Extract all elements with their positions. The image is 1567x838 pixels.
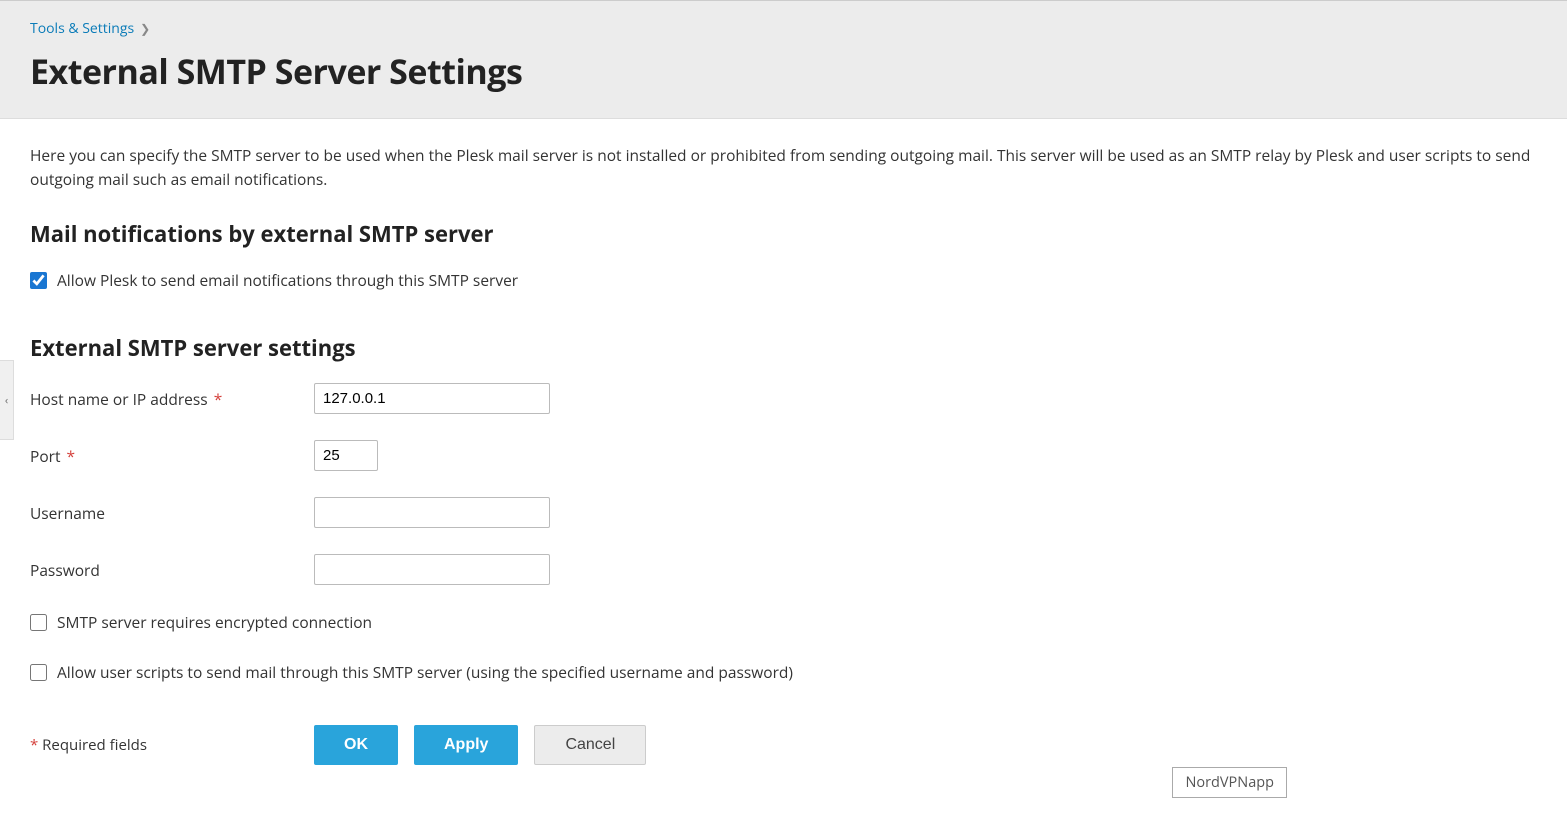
password-input[interactable] xyxy=(314,554,550,585)
port-label: Port * xyxy=(30,445,314,467)
required-star-icon: * xyxy=(214,388,223,410)
required-fields-note: * Required fields xyxy=(30,735,314,755)
user-scripts-checkbox[interactable] xyxy=(30,664,47,681)
allow-notifications-checkbox[interactable] xyxy=(30,272,47,289)
host-label: Host name or IP address * xyxy=(30,388,314,410)
sidebar-expand-handle[interactable]: ‹ xyxy=(0,360,14,440)
port-input[interactable] xyxy=(314,440,378,471)
chevron-right-icon: ❯ xyxy=(140,20,150,37)
host-input[interactable] xyxy=(314,383,550,414)
username-label: Username xyxy=(30,502,314,524)
encrypted-connection-checkbox[interactable] xyxy=(30,614,47,631)
allow-notifications-label[interactable]: Allow Plesk to send email notifications … xyxy=(57,269,518,291)
breadcrumb: Tools & Settings ❯ xyxy=(30,19,1537,38)
chevron-left-icon: ‹ xyxy=(5,393,8,408)
encrypted-connection-label[interactable]: SMTP server requires encrypted connectio… xyxy=(57,611,372,633)
cancel-button[interactable]: Cancel xyxy=(534,725,646,765)
page-description: Here you can specify the SMTP server to … xyxy=(30,143,1537,191)
breadcrumb-parent-link[interactable]: Tools & Settings xyxy=(30,19,134,38)
nordvpn-badge: NordVPNapp xyxy=(1172,767,1287,798)
section-title-smtp: External SMTP server settings xyxy=(30,333,1537,363)
required-star-icon: * xyxy=(67,445,76,467)
page-title: External SMTP Server Settings xyxy=(30,48,1537,94)
username-input[interactable] xyxy=(314,497,550,528)
apply-button[interactable]: Apply xyxy=(414,725,518,765)
ok-button[interactable]: OK xyxy=(314,725,398,765)
section-title-notifications: Mail notifications by external SMTP serv… xyxy=(30,219,1537,249)
user-scripts-label[interactable]: Allow user scripts to send mail through … xyxy=(57,661,793,683)
password-label: Password xyxy=(30,559,314,581)
